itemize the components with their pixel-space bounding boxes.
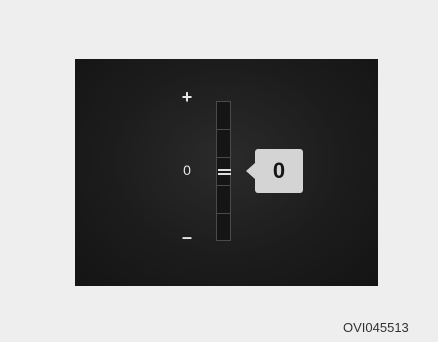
figure-code: OVI045513 xyxy=(343,320,409,335)
current-value-text: 0 xyxy=(272,158,286,183)
scale-tick xyxy=(217,129,230,130)
level-indicator-bar xyxy=(218,169,231,171)
scale-zero-label: 0 xyxy=(183,162,191,178)
level-scale-track xyxy=(216,101,231,241)
display-screen: + 0 – 0 xyxy=(75,59,378,286)
scale-tick xyxy=(217,157,230,158)
scale-tick xyxy=(217,185,230,186)
scale-minus-label: – xyxy=(181,227,192,247)
current-value-bubble: 0 xyxy=(255,149,303,193)
value-bubble-pointer xyxy=(246,163,255,179)
level-indicator-bar xyxy=(218,173,231,175)
scale-plus-label: + xyxy=(181,87,193,107)
scale-tick xyxy=(217,213,230,214)
